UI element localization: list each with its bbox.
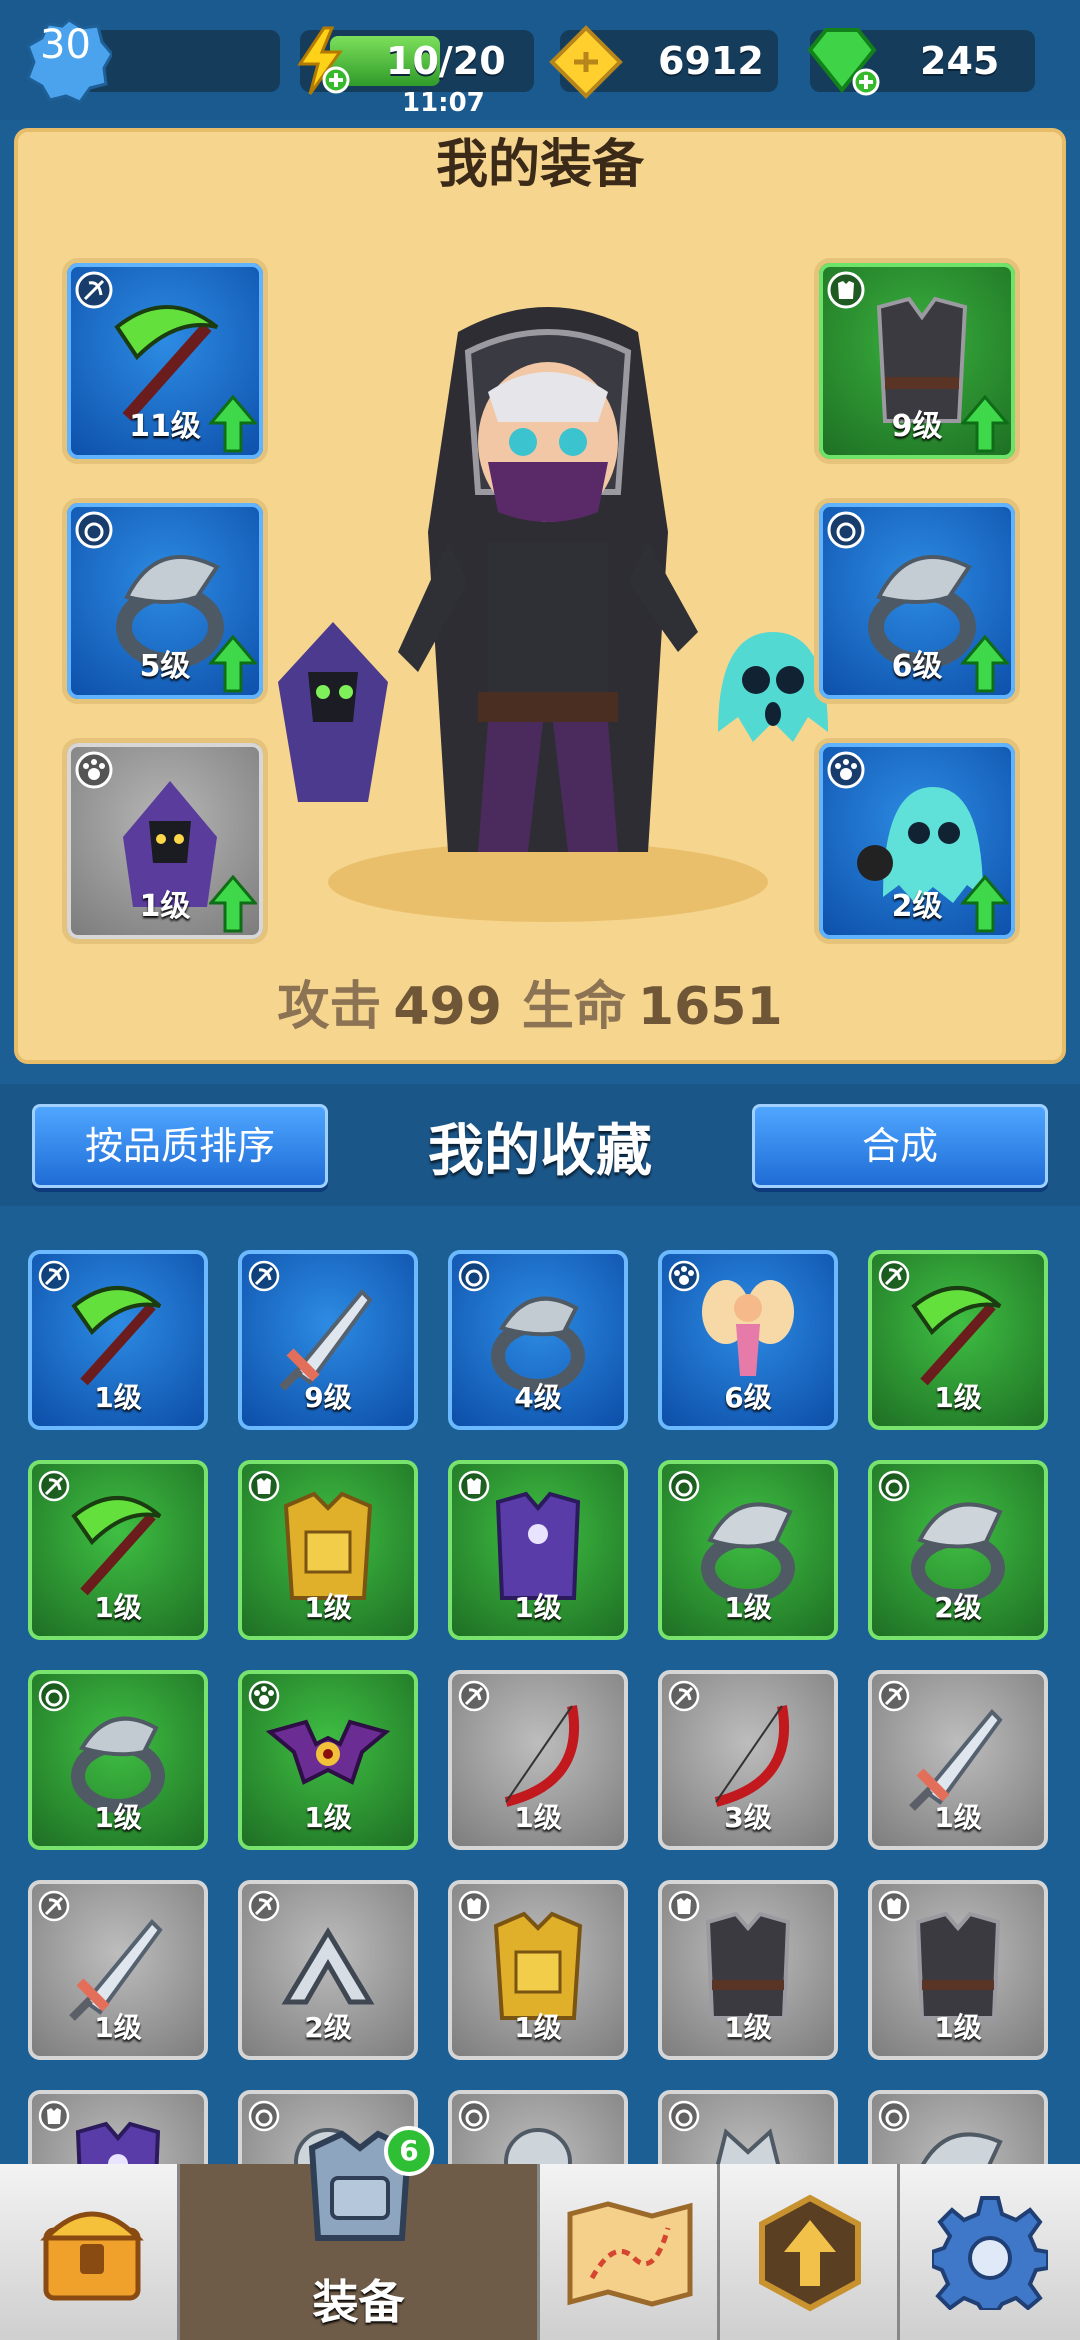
chest-icon [40, 2211, 144, 2301]
nav-equipment[interactable]: 6 装备 [180, 2126, 540, 2340]
nav-upgrade[interactable] [720, 2164, 900, 2340]
map-icon [567, 2201, 693, 2307]
collection-item[interactable]: 9级 [238, 1250, 418, 1430]
equip-slot-ring-2[interactable]: 6级 [814, 498, 1020, 704]
collection-item[interactable]: 2级 [868, 1460, 1048, 1640]
equip-slot-weapon[interactable]: 11级 [62, 258, 268, 464]
lightning-plus-icon[interactable] [290, 26, 354, 96]
upgrade-arrow-icon [961, 875, 1009, 933]
player-level: 30 [40, 22, 91, 68]
bottom-nav: 6 装备 [0, 2126, 1080, 2340]
collection-item[interactable]: 1级 [448, 1460, 628, 1640]
equip-slot-pet[interactable]: 1级 [62, 738, 268, 944]
equip-badge: 6 [384, 2126, 434, 2176]
energy-timer: 11:07 [402, 88, 485, 118]
item-level: 1级 [934, 2011, 982, 2044]
purple-robe-icon [75, 2121, 161, 2170]
collection-item[interactable] [868, 2090, 1048, 2170]
gold-value: 6912 [658, 39, 764, 83]
collection-item[interactable]: 1级 [658, 1460, 838, 1640]
collection-item[interactable]: 1级 [28, 1250, 208, 1430]
item-level: 1级 [94, 1591, 142, 1624]
upgrade-arrow-icon [209, 875, 257, 933]
eagle-ring-icon [917, 2132, 1003, 2170]
upgrade-arrow-icon [961, 635, 1009, 693]
item-level: 1级 [724, 1591, 772, 1624]
attack-label: 攻击 [277, 977, 382, 1037]
item-level: 2级 [934, 1591, 982, 1624]
item-level: 1级 [94, 1381, 142, 1414]
item-level: 9级 [304, 1381, 352, 1414]
gem-value: 245 [920, 39, 1000, 83]
hero-stats: 攻击 499 生命 1651 [18, 964, 1062, 1039]
item-level: 3级 [724, 1801, 772, 1834]
nav-equipment-label: 装备 [312, 2275, 405, 2329]
reaper-companion-icon [278, 622, 388, 802]
top-bar: 30 10/20 11:07 6912 245 [0, 0, 1080, 120]
collection-item[interactable]: 4级 [448, 1250, 628, 1430]
collection-item[interactable]: 1级 [238, 1670, 418, 1850]
collection-item[interactable]: 1级 [868, 1880, 1048, 2060]
hp-label: 生命 [521, 977, 626, 1037]
collection-item[interactable]: 1级 [868, 1670, 1048, 1850]
equip-slot-armor[interactable]: 9级 [814, 258, 1020, 464]
collection-item[interactable] [658, 2090, 838, 2170]
collection-item[interactable]: 1级 [448, 1670, 628, 1850]
collection-item[interactable]: 1级 [28, 1880, 208, 2060]
nav-map[interactable] [540, 2164, 720, 2340]
gold-coin-icon [549, 25, 623, 99]
item-level: 1级 [934, 1801, 982, 1834]
collection-item[interactable]: 1级 [868, 1250, 1048, 1430]
item-level: 6级 [724, 1381, 772, 1414]
item-level: 1级 [94, 1801, 142, 1834]
upgrade-arrow-icon [209, 395, 257, 453]
hp-value: 1651 [637, 977, 783, 1037]
item-level: 1级 [514, 2011, 562, 2044]
collection-item[interactable]: 1级 [238, 1460, 418, 1640]
collection-item[interactable] [448, 2090, 628, 2170]
collection-item[interactable]: 1级 [28, 1460, 208, 1640]
energy-value: 10/20 [386, 39, 506, 83]
panda-ring-icon [504, 2128, 572, 2170]
upgrade-icon [759, 2194, 861, 2312]
merge-button[interactable]: 合成 [752, 1104, 1048, 1188]
item-level: 2级 [304, 2011, 352, 2044]
collection-grid: 1级 9级 4级 6级 1级 1级 1级 1级 1级 2级 1级 1级 1级 3级 1级 1级 2级 1级 1级 1级 [28, 1250, 1058, 2170]
item-level: 1级 [934, 1381, 982, 1414]
collection-item[interactable] [28, 2090, 208, 2170]
item-level: 1级 [304, 1801, 352, 1834]
collection-item[interactable]: 1级 [448, 1880, 628, 2060]
item-level: 1级 [94, 2011, 142, 2044]
nav-settings[interactable] [900, 2164, 1080, 2340]
gear-icon [932, 2196, 1048, 2310]
equipment-panel: 我的装备 11级 5级 1级 9级 6级 2级 攻击 499 生命 1651 [14, 128, 1066, 1064]
collection-item[interactable]: 1级 [658, 1880, 838, 2060]
item-level: 1级 [514, 1591, 562, 1624]
upgrade-arrow-icon [961, 395, 1009, 453]
collection-item[interactable]: 1级 [28, 1670, 208, 1850]
item-level: 1级 [304, 1591, 352, 1624]
item-level: 4级 [514, 1381, 562, 1414]
equip-slot-ring[interactable]: 5级 [62, 498, 268, 704]
gem-plus-icon[interactable] [804, 24, 884, 100]
collection-header: 按品质排序 我的收藏 合成 [0, 1084, 1080, 1206]
equipment-title: 我的装备 [435, 135, 644, 195]
collection-item[interactable]: 3级 [658, 1670, 838, 1850]
upgrade-arrow-icon [209, 635, 257, 693]
collection-item[interactable]: 6级 [658, 1250, 838, 1430]
item-level: 1级 [724, 2011, 772, 2044]
wolf-ring-icon [714, 2128, 782, 2170]
equip-slot-pet-2[interactable]: 2级 [814, 738, 1020, 944]
collection-item[interactable]: 2级 [238, 1880, 418, 2060]
attack-value: 499 [393, 977, 502, 1037]
nav-shop[interactable] [0, 2164, 180, 2340]
item-level: 1级 [514, 1801, 562, 1834]
